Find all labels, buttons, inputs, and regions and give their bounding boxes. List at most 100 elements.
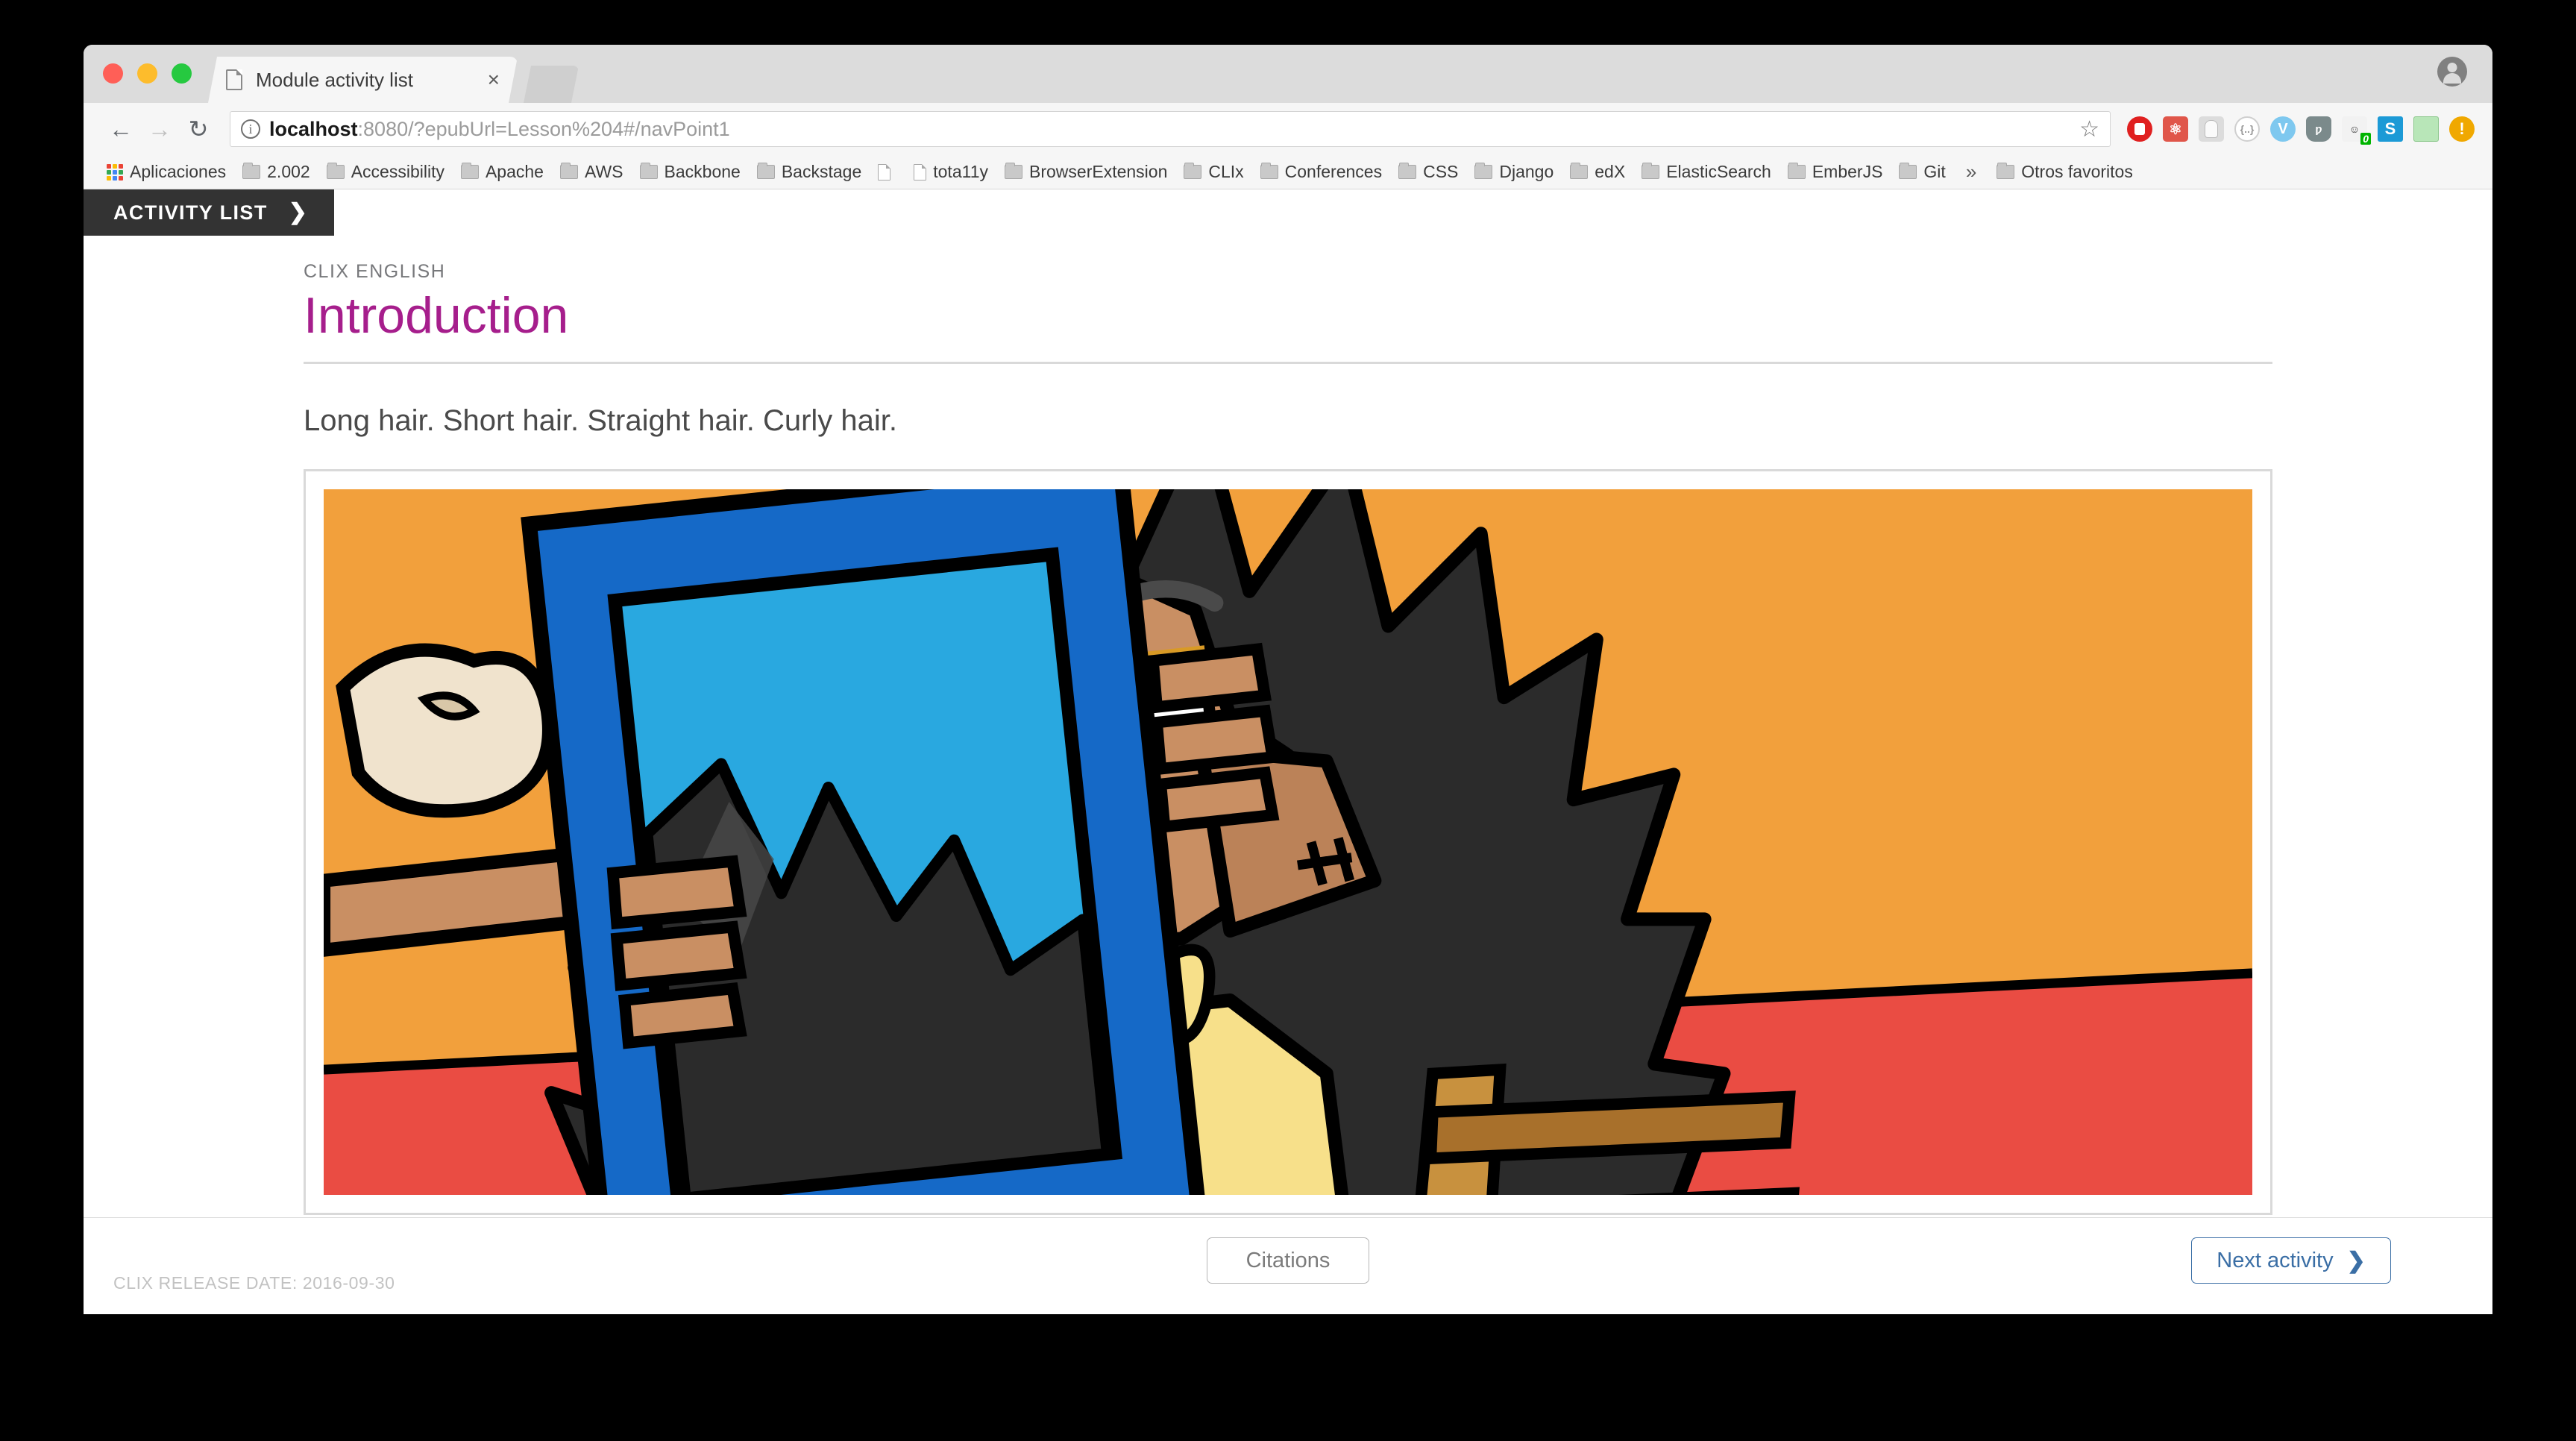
citations-button[interactable]: Citations xyxy=(1207,1237,1369,1284)
folder-icon xyxy=(1398,163,1417,179)
bookmark-item-tota11y[interactable]: tota11y xyxy=(905,162,996,182)
ghostery-icon[interactable] xyxy=(2199,116,2224,142)
bookmark-item-conferences[interactable]: Conferences xyxy=(1252,162,1390,182)
forward-arrow-icon[interactable]: → xyxy=(140,110,179,148)
folder-icon xyxy=(1997,163,2015,179)
bookmark-item-apache[interactable]: Apache xyxy=(453,162,552,182)
tab-strip: Module activity list × xyxy=(84,45,2492,103)
next-activity-button[interactable]: Next activity ❯ xyxy=(2191,1237,2391,1284)
bookmark-item-css[interactable]: CSS xyxy=(1390,162,1466,182)
page-icon xyxy=(226,69,242,90)
window-controls xyxy=(84,63,192,103)
bookmarks-overflow-chevron[interactable]: » xyxy=(1954,160,1988,183)
lesson-content: CLIX ENGLISH Introduction Long hair. Sho… xyxy=(84,236,2492,1217)
ublock-origin-icon[interactable]: ƿ xyxy=(2306,116,2331,142)
bookmark-item-elasticsearch[interactable]: ElasticSearch xyxy=(1633,162,1779,182)
new-tab-button[interactable] xyxy=(524,66,579,103)
warning-icon[interactable]: ! xyxy=(2449,116,2475,142)
account-avatar-icon[interactable] xyxy=(2437,57,2467,87)
privacy-badger-badge: 0 xyxy=(2360,133,2371,145)
bookmark-label: Conferences xyxy=(1284,162,1383,181)
next-activity-label: Next activity xyxy=(2217,1248,2334,1272)
url-path: :8080/?epubUrl=Lesson%204#/navPoint1 xyxy=(357,117,730,140)
bookmark-item-git[interactable]: Git xyxy=(1891,162,1953,182)
chevron-right-icon: ❯ xyxy=(2346,1248,2366,1273)
close-icon[interactable]: × xyxy=(480,69,507,90)
address-bar[interactable]: i localhost:8080/?epubUrl=Lesson%204#/na… xyxy=(230,111,2111,147)
bookmark-item-2002[interactable]: 2.002 xyxy=(234,162,318,182)
bookmark-label: CLIx xyxy=(1208,162,1244,181)
vimium-icon[interactable]: V xyxy=(2270,116,2296,142)
girl-with-mirror-illustration xyxy=(324,489,2252,1196)
title-divider xyxy=(304,362,2272,365)
bookmark-label: Django xyxy=(1499,162,1554,181)
bookmark-label: Apache xyxy=(485,162,544,181)
bookmark-item-untitled-page[interactable] xyxy=(870,163,905,180)
folder-icon xyxy=(1570,163,1589,179)
close-window-button[interactable] xyxy=(103,63,123,84)
folder-icon xyxy=(460,163,479,179)
lesson-footer: Citations Next activity ❯ CLIX RELEASE D… xyxy=(84,1217,2492,1314)
activity-list-label: ACTIVITY LIST xyxy=(113,201,268,224)
bookmark-label: 2.002 xyxy=(267,162,310,181)
bookmark-item-accessibility[interactable]: Accessibility xyxy=(318,162,453,182)
adblock-stop-icon[interactable] xyxy=(2127,116,2152,142)
page-title: Introduction xyxy=(304,287,569,344)
json-formatter-icon[interactable]: {..} xyxy=(2234,116,2260,142)
lesson-figure xyxy=(304,469,2272,1216)
reload-icon[interactable]: ↻ xyxy=(179,110,218,148)
bookmark-item-backbone[interactable]: Backbone xyxy=(632,162,749,182)
info-icon[interactable]: i xyxy=(241,119,260,139)
bookmark-item-aws[interactable]: AWS xyxy=(552,162,632,182)
bookmark-item-django[interactable]: Django xyxy=(1466,162,1562,182)
minimize-window-button[interactable] xyxy=(137,63,157,84)
stylish-icon[interactable]: S xyxy=(2378,116,2403,142)
browser-window: Module activity list × ← → ↻ i localhost… xyxy=(84,45,2492,1314)
bookmark-label: Backstage xyxy=(781,162,862,181)
bookmark-star-icon[interactable]: ☆ xyxy=(2079,116,2099,142)
bookmark-label: tota11y xyxy=(933,162,988,181)
citations-label: Citations xyxy=(1245,1248,1331,1272)
folder-icon xyxy=(1260,163,1278,179)
folder-icon xyxy=(326,163,345,179)
maximize-window-button[interactable] xyxy=(172,63,192,84)
bookmark-label: BrowserExtension xyxy=(1029,162,1168,181)
back-arrow-icon[interactable]: ← xyxy=(101,110,140,148)
address-bar-url: localhost:8080/?epubUrl=Lesson%204#/navP… xyxy=(269,118,730,141)
bookmark-item-browserextension[interactable]: BrowserExtension xyxy=(996,162,1175,182)
extension-icons: ⚛ {..} V ƿ ☺ 0 S ! xyxy=(2123,116,2475,145)
folder-icon xyxy=(1787,163,1806,179)
folder-icon xyxy=(1005,163,1022,179)
bookmark-label: Git xyxy=(1923,162,1946,181)
release-date-label: CLIX RELEASE DATE: 2016-09-30 xyxy=(113,1273,395,1293)
bookmark-label: Backbone xyxy=(664,162,741,181)
bookmark-label: EmberJS xyxy=(1812,162,1883,181)
browser-tab[interactable]: Module activity list × xyxy=(208,57,518,103)
activity-list-button[interactable]: ACTIVITY LIST ❯ xyxy=(84,189,334,236)
bookmark-label: Aplicaciones xyxy=(130,162,227,181)
page-content: ACTIVITY LIST ❯ CLIX ENGLISH Introductio… xyxy=(84,189,2492,1314)
bookmark-item-aplicaciones[interactable]: Aplicaciones xyxy=(98,162,234,182)
bookmark-label: ElasticSearch xyxy=(1666,162,1771,181)
bookmark-item-emberjs[interactable]: EmberJS xyxy=(1779,162,1891,182)
folder-icon xyxy=(242,163,261,179)
chevron-right-icon: ❯ xyxy=(288,200,307,225)
folder-icon xyxy=(756,163,775,179)
bookmark-label: AWS xyxy=(584,162,623,181)
bookmark-label: Otros favoritos xyxy=(2021,162,2133,181)
bookmark-item-otros-favoritos[interactable]: Otros favoritos xyxy=(1988,162,2141,182)
folder-icon xyxy=(1184,163,1202,179)
notes-list-icon[interactable] xyxy=(2413,116,2439,142)
react-devtools-icon[interactable]: ⚛ xyxy=(2163,116,2188,142)
folder-icon xyxy=(1474,163,1493,179)
tab-title: Module activity list xyxy=(256,68,413,91)
bookmark-item-backstage[interactable]: Backstage xyxy=(749,162,870,182)
folder-icon xyxy=(1899,163,1917,179)
page-icon xyxy=(878,163,891,180)
privacy-badger-icon[interactable]: ☺ 0 xyxy=(2342,116,2371,145)
bookmarks-bar: Aplicaciones 2.002 Accessibility Apache … xyxy=(84,155,2492,189)
folder-icon xyxy=(1642,163,1660,179)
folder-icon xyxy=(639,163,658,179)
bookmark-item-edx[interactable]: edX xyxy=(1562,162,1633,182)
bookmark-item-clix[interactable]: CLIx xyxy=(1175,162,1251,182)
